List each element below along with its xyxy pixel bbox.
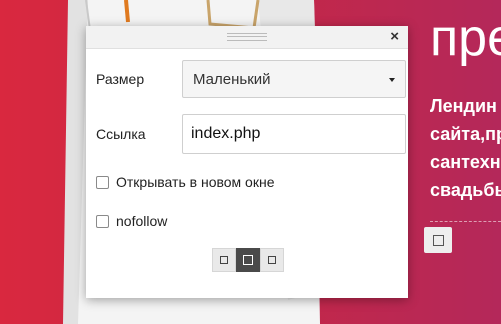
caret-down-icon bbox=[389, 78, 395, 82]
dashed-divider bbox=[430, 221, 501, 222]
new-window-option[interactable]: Открывать в новом окне bbox=[96, 174, 274, 190]
new-window-label: Открывать в новом окне bbox=[116, 174, 275, 190]
size-select-value: Маленький bbox=[193, 70, 271, 88]
hero-line: сайта,пр bbox=[430, 124, 501, 144]
new-window-checkbox[interactable] bbox=[96, 175, 109, 189]
image-settings-dialog: × Размер Маленький Ссылка Открывать в но… bbox=[86, 26, 408, 298]
hero-line: свадьбы bbox=[430, 180, 501, 200]
alignment-group bbox=[212, 248, 284, 272]
link-label: Ссылка bbox=[96, 126, 146, 142]
hero-description: Лендин сайта,пр сантехн свадьбы bbox=[430, 92, 501, 204]
nofollow-checkbox[interactable] bbox=[96, 214, 109, 228]
align-right-icon bbox=[268, 256, 276, 264]
align-center-icon bbox=[243, 255, 253, 265]
dialog-drag-handle[interactable]: × bbox=[86, 26, 408, 49]
nofollow-option[interactable]: nofollow bbox=[96, 213, 167, 229]
align-right-button[interactable] bbox=[260, 248, 284, 272]
hero-line: Лендин bbox=[430, 96, 497, 116]
size-row: Размер Маленький bbox=[96, 60, 406, 98]
hero-line: сантехн bbox=[430, 152, 501, 172]
link-row: Ссылка bbox=[96, 114, 406, 154]
link-input[interactable] bbox=[182, 114, 406, 154]
size-select[interactable]: Маленький bbox=[182, 60, 406, 98]
align-left-button[interactable] bbox=[212, 248, 236, 272]
size-label: Размер bbox=[96, 71, 145, 87]
align-center-button[interactable] bbox=[236, 248, 260, 272]
align-left-icon bbox=[220, 256, 228, 264]
hero-heading: пре bbox=[430, 9, 501, 67]
square-icon bbox=[432, 234, 444, 246]
nofollow-label: nofollow bbox=[116, 213, 168, 229]
grip-icon bbox=[227, 33, 267, 41]
close-icon[interactable]: × bbox=[390, 27, 399, 47]
image-settings-button[interactable] bbox=[424, 227, 452, 253]
